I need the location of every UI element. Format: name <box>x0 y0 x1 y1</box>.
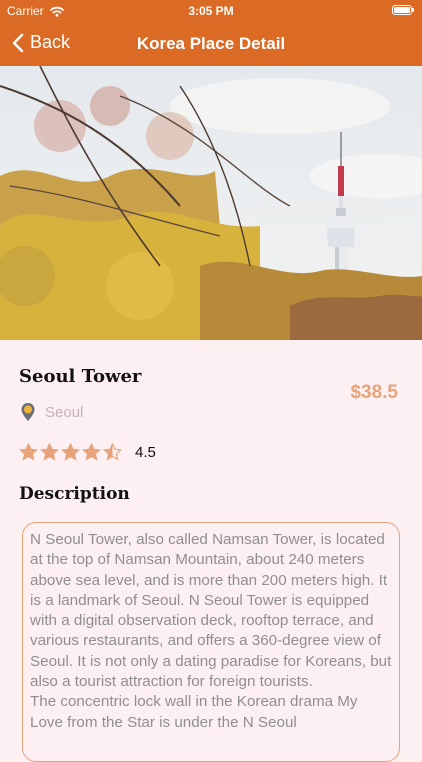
seoul-tower-photo <box>0 66 422 340</box>
rating-value: 4.5 <box>135 443 156 461</box>
star-icon <box>19 443 38 461</box>
description-box[interactable]: N Seoul Tower, also called Namsan Tower,… <box>22 522 400 762</box>
status-time: 3:05 PM <box>188 4 234 18</box>
place-name: Seoul Tower <box>19 366 142 387</box>
star-rating <box>19 443 122 461</box>
location-pin-icon <box>21 403 35 421</box>
star-icon <box>103 443 122 461</box>
star-icon <box>61 443 80 461</box>
description-heading: Description <box>19 484 130 504</box>
star-icon <box>82 443 101 461</box>
page-title: Korea Place Detail <box>136 34 286 53</box>
rating-row: 4.5 <box>19 443 156 461</box>
location-row: Seoul <box>20 402 83 422</box>
status-bar: Carrier 3:05 PM <box>0 0 422 22</box>
place-hero-image <box>0 66 422 340</box>
battery-icon <box>392 5 414 15</box>
description-text: N Seoul Tower, also called Namsan Tower,… <box>30 531 392 731</box>
star-icon <box>40 443 59 461</box>
location-text: Seoul <box>45 403 84 421</box>
navigation-bar: Back Korea Place Detail <box>0 22 422 66</box>
place-price: $38.5 <box>350 382 398 403</box>
